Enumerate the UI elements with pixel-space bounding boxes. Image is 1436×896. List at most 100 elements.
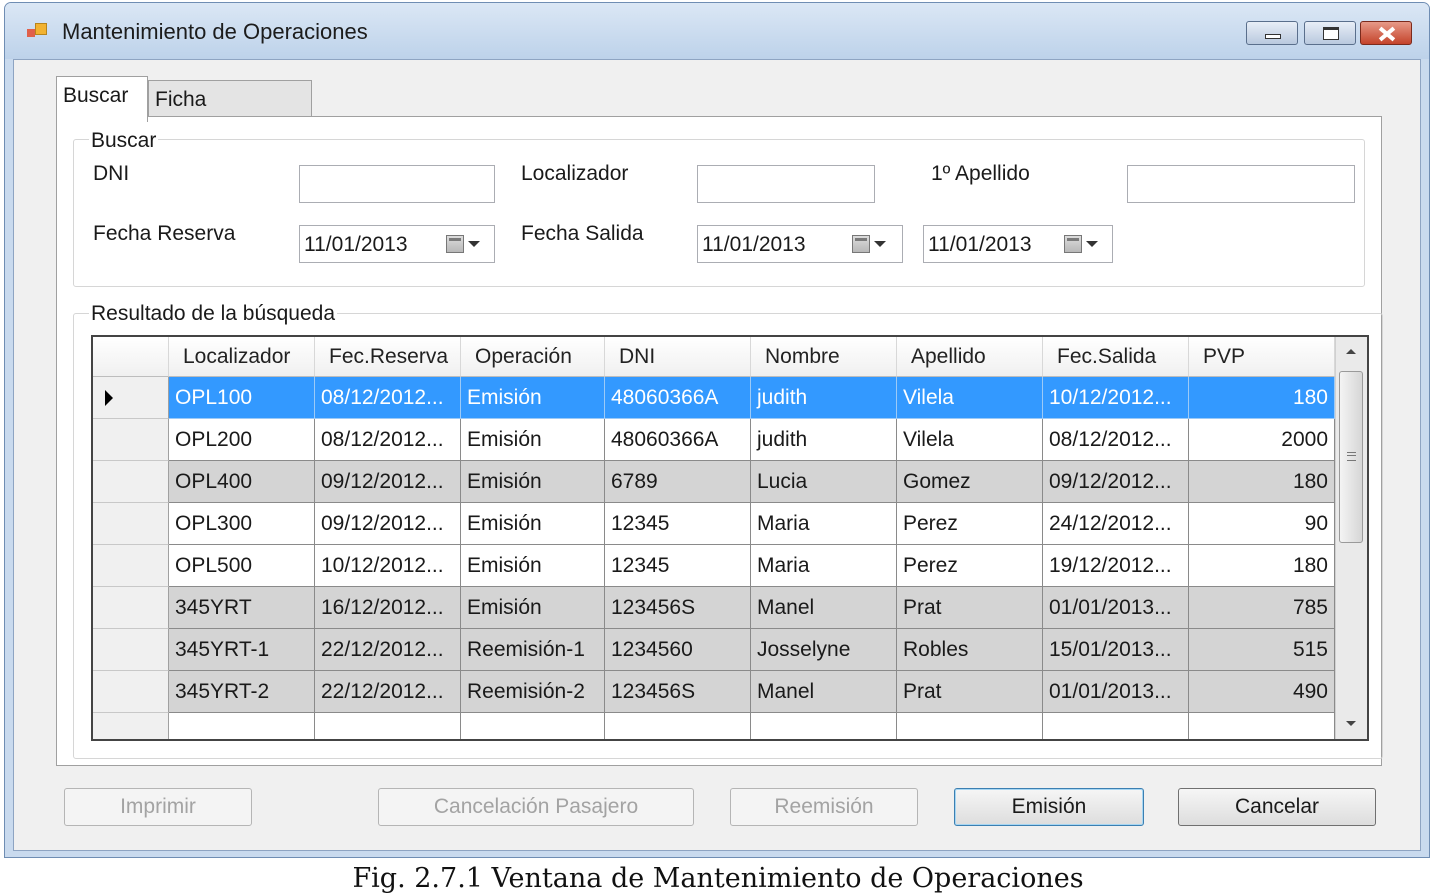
fecha-salida-to-picker[interactable]: 11/01/2013 (923, 225, 1113, 263)
table-cell[interactable]: Robles (897, 629, 1043, 671)
table-cell[interactable]: Emisión (461, 545, 605, 587)
table-cell[interactable]: 2000 (1189, 419, 1335, 461)
row-header[interactable] (93, 503, 169, 545)
table-cell[interactable]: 345YRT-1 (169, 629, 315, 671)
column-header-fec-salida[interactable]: Fec.Salida (1043, 337, 1189, 377)
table-cell[interactable]: Lucia (751, 461, 897, 503)
calendar-icon[interactable] (852, 235, 870, 253)
emision-button[interactable]: Emisión (954, 788, 1144, 826)
cancelacion-pasajero-button[interactable]: Cancelación Pasajero (378, 788, 694, 826)
row-header[interactable] (93, 587, 169, 629)
table-cell[interactable]: Manel (751, 671, 897, 713)
reemision-button[interactable]: Reemisión (730, 788, 918, 826)
column-header-localizador[interactable]: Localizador (169, 337, 315, 377)
table-cell[interactable] (1043, 713, 1189, 739)
imprimir-button[interactable]: Imprimir (64, 788, 252, 826)
column-header-nombre[interactable]: Nombre (751, 337, 897, 377)
table-cell[interactable]: OPL500 (169, 545, 315, 587)
table-cell[interactable]: 10/12/2012... (315, 545, 461, 587)
table-cell[interactable] (315, 713, 461, 739)
table-cell[interactable] (897, 713, 1043, 739)
table-cell[interactable]: Prat (897, 671, 1043, 713)
table-cell[interactable]: Maria (751, 503, 897, 545)
dropdown-arrow-icon[interactable] (874, 241, 886, 247)
table-cell[interactable]: Perez (897, 545, 1043, 587)
table-cell[interactable] (1189, 713, 1335, 739)
table-cell[interactable]: 01/01/2013... (1043, 671, 1189, 713)
table-cell[interactable]: Vilela (897, 377, 1043, 419)
table-cell[interactable]: 01/01/2013... (1043, 587, 1189, 629)
table-cell[interactable]: 180 (1189, 377, 1335, 419)
table-row-partial[interactable] (169, 713, 1335, 739)
table-cell[interactable] (461, 713, 605, 739)
tab-buscar[interactable]: Buscar (56, 76, 148, 122)
column-header-apellido[interactable]: Apellido (897, 337, 1043, 377)
row-header[interactable] (93, 377, 169, 419)
table-cell[interactable]: 180 (1189, 545, 1335, 587)
table-row[interactable]: OPL200 08/12/2012... Emisión 48060366A judit… (169, 419, 1335, 461)
row-header[interactable] (93, 671, 169, 713)
table-cell[interactable]: OPL400 (169, 461, 315, 503)
table-cell[interactable]: judith (751, 419, 897, 461)
table-cell[interactable]: 90 (1189, 503, 1335, 545)
table-cell[interactable]: 12345 (605, 545, 751, 587)
table-row[interactable]: OPL500 10/12/2012... Emisión 12345 Maria Pere… (169, 545, 1335, 587)
table-cell[interactable]: 490 (1189, 671, 1335, 713)
scroll-thumb[interactable] (1339, 371, 1363, 543)
apellido-input[interactable] (1127, 165, 1355, 203)
table-cell[interactable]: OPL200 (169, 419, 315, 461)
column-header-operacion[interactable]: Operación (461, 337, 605, 377)
table-cell[interactable]: judith (751, 377, 897, 419)
table-cell[interactable] (605, 713, 751, 739)
table-cell[interactable]: 15/01/2013... (1043, 629, 1189, 671)
title-bar[interactable]: Mantenimiento de Operaciones (5, 3, 1429, 59)
column-header-dni[interactable]: DNI (605, 337, 751, 377)
table-cell[interactable]: Reemisión-2 (461, 671, 605, 713)
maximize-button[interactable] (1304, 21, 1356, 45)
table-cell[interactable]: 6789 (605, 461, 751, 503)
table-cell[interactable]: 22/12/2012... (315, 671, 461, 713)
table-cell[interactable]: 515 (1189, 629, 1335, 671)
table-cell[interactable]: 345YRT (169, 587, 315, 629)
table-row[interactable]: 345YRT-2 22/12/2012... Reemisión-2 123456S M… (169, 671, 1335, 713)
column-header-fec-reserva[interactable]: Fec.Reserva (315, 337, 461, 377)
dni-input[interactable] (299, 165, 495, 203)
table-cell[interactable]: 09/12/2012... (315, 461, 461, 503)
tab-ficha-operacion[interactable]: Ficha Operación (148, 80, 312, 149)
table-cell[interactable]: 08/12/2012... (315, 377, 461, 419)
table-cell[interactable]: 123456S (605, 587, 751, 629)
table-cell[interactable]: 10/12/2012... (1043, 377, 1189, 419)
table-cell[interactable]: 24/12/2012... (1043, 503, 1189, 545)
column-header-pvp[interactable]: PVP (1189, 337, 1335, 377)
table-cell[interactable]: 123456S (605, 671, 751, 713)
row-header[interactable] (93, 545, 169, 587)
row-header[interactable] (93, 419, 169, 461)
table-cell[interactable]: Emisión (461, 587, 605, 629)
table-cell[interactable]: OPL300 (169, 503, 315, 545)
table-cell[interactable] (169, 713, 315, 739)
table-cell[interactable]: Emisión (461, 419, 605, 461)
table-row[interactable]: OPL400 09/12/2012... Emisión 6789 Lucia Gomez… (169, 461, 1335, 503)
fecha-salida-from-picker[interactable]: 11/01/2013 (697, 225, 903, 263)
table-cell[interactable]: 785 (1189, 587, 1335, 629)
table-cell[interactable]: Maria (751, 545, 897, 587)
row-header[interactable] (93, 461, 169, 503)
table-cell[interactable]: Reemisión-1 (461, 629, 605, 671)
minimize-button[interactable] (1246, 21, 1298, 45)
table-cell[interactable]: 12345 (605, 503, 751, 545)
calendar-icon[interactable] (446, 235, 464, 253)
table-cell[interactable]: 1234560 (605, 629, 751, 671)
table-cell[interactable]: Emisión (461, 461, 605, 503)
table-cell[interactable] (751, 713, 897, 739)
row-header[interactable] (93, 629, 169, 671)
scroll-down-icon[interactable] (1336, 709, 1367, 739)
table-row[interactable]: 345YRT-1 22/12/2012... Reemisión-1 1234560 J… (169, 629, 1335, 671)
table-cell[interactable]: Gomez (897, 461, 1043, 503)
dropdown-arrow-icon[interactable] (468, 241, 480, 247)
fecha-reserva-picker[interactable]: 11/01/2013 (299, 225, 495, 263)
table-cell[interactable]: OPL100 (169, 377, 315, 419)
dropdown-arrow-icon[interactable] (1086, 241, 1098, 247)
table-cell[interactable]: 180 (1189, 461, 1335, 503)
scroll-up-icon[interactable] (1336, 337, 1367, 367)
results-grid[interactable]: Localizador Fec.Reserva Operación DNI No… (91, 335, 1369, 741)
